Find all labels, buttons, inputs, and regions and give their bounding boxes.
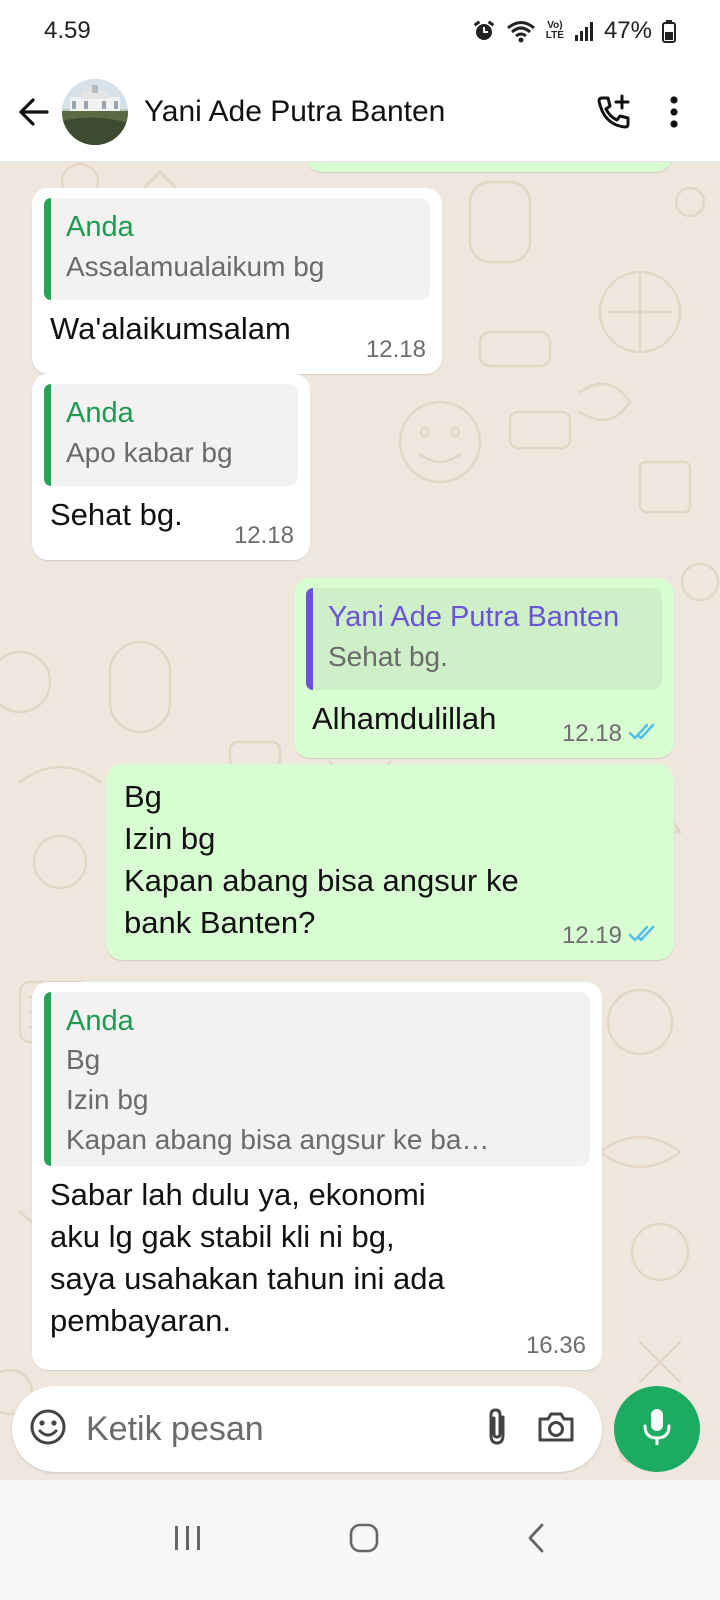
quote-author: Anda (66, 211, 134, 243)
message-bubble-incoming[interactable]: Anda Apo kabar bg Sehat bg. 12.18 (32, 374, 310, 560)
more-vert-icon[interactable] (644, 82, 704, 142)
emoji-icon[interactable] (28, 1407, 68, 1452)
status-icons: Vo) LTE 47% (472, 17, 676, 45)
message-time: 12.18 (233, 522, 294, 549)
message-bubble-outgoing[interactable]: Yani Ade Putra Banten Sehat bg. Alhamdul… (294, 578, 674, 758)
quoted-message[interactable]: Anda Bg Izin bg Kapan abang bisa angsur … (44, 992, 590, 1166)
avatar[interactable] (62, 78, 128, 145)
battery-percent: 47% (603, 17, 652, 44)
message-input[interactable]: Ketik pesan (86, 1410, 482, 1449)
camera-icon[interactable] (536, 1409, 576, 1450)
message-time: 12.18 (562, 720, 658, 748)
quote-text: Assalamualaikum bg (66, 251, 325, 282)
quote-author: Anda (66, 397, 134, 429)
system-nav-bar (0, 1480, 720, 1600)
back-arrow-icon[interactable] (6, 82, 62, 142)
quote-author: Yani Ade Putra Banten (328, 601, 620, 633)
quoted-message[interactable]: Anda Assalamualaikum bg (44, 198, 430, 300)
add-call-icon[interactable] (584, 82, 644, 142)
message-time: 16.36 (525, 1332, 586, 1359)
read-ticks-icon (628, 922, 658, 950)
message-bubble-partial[interactable] (306, 162, 672, 172)
quoted-message[interactable]: Anda Apo kabar bg (44, 384, 298, 486)
message-bubble-incoming[interactable]: Anda Assalamualaikum bg Wa'alaikumsalam … (32, 188, 442, 374)
back-nav-icon[interactable] (525, 1522, 547, 1559)
status-time: 4.59 (44, 17, 91, 44)
attach-icon[interactable] (482, 1407, 512, 1452)
message-composer[interactable]: Ketik pesan (12, 1386, 602, 1472)
battery-icon (662, 19, 676, 43)
wifi-icon (506, 19, 536, 43)
home-icon[interactable] (348, 1522, 380, 1559)
read-ticks-icon (628, 720, 658, 748)
signal-icon (574, 20, 594, 42)
quote-text: Sehat bg. (328, 641, 448, 672)
alarm-icon (472, 19, 496, 43)
quote-author: Anda (66, 1005, 134, 1037)
quoted-message[interactable]: Yani Ade Putra Banten Sehat bg. (306, 588, 662, 690)
chat-area[interactable]: Anda Assalamualaikum bg Wa'alaikumsalam … (0, 162, 720, 1510)
message-bubble-incoming[interactable]: Anda Bg Izin bg Kapan abang bisa angsur … (32, 982, 602, 1370)
message-text: Bg Izin bg Kapan abang bisa angsur ke ba… (124, 779, 519, 940)
status-bar: 4.59 Vo) LTE 47% (0, 0, 720, 62)
quote-text: Bg Izin bg Kapan abang bisa angsur ke ba… (66, 1044, 490, 1155)
mic-icon (640, 1407, 674, 1452)
chat-header: Yani Ade Putra Banten (0, 62, 720, 162)
quote-text: Apo kabar bg (66, 437, 233, 468)
message-text: Sabar lah dulu ya, ekonomi aku lg gak st… (50, 1177, 445, 1338)
message-time: 12.19 (562, 922, 658, 950)
message-bubble-outgoing[interactable]: Bg Izin bg Kapan abang bisa angsur ke ba… (106, 764, 674, 960)
recent-apps-icon[interactable] (173, 1524, 203, 1557)
mic-button[interactable] (614, 1386, 700, 1472)
contact-name[interactable]: Yani Ade Putra Banten (144, 95, 584, 129)
volte-indicator: Vo) LTE (545, 20, 564, 41)
message-time: 12.18 (365, 336, 426, 363)
